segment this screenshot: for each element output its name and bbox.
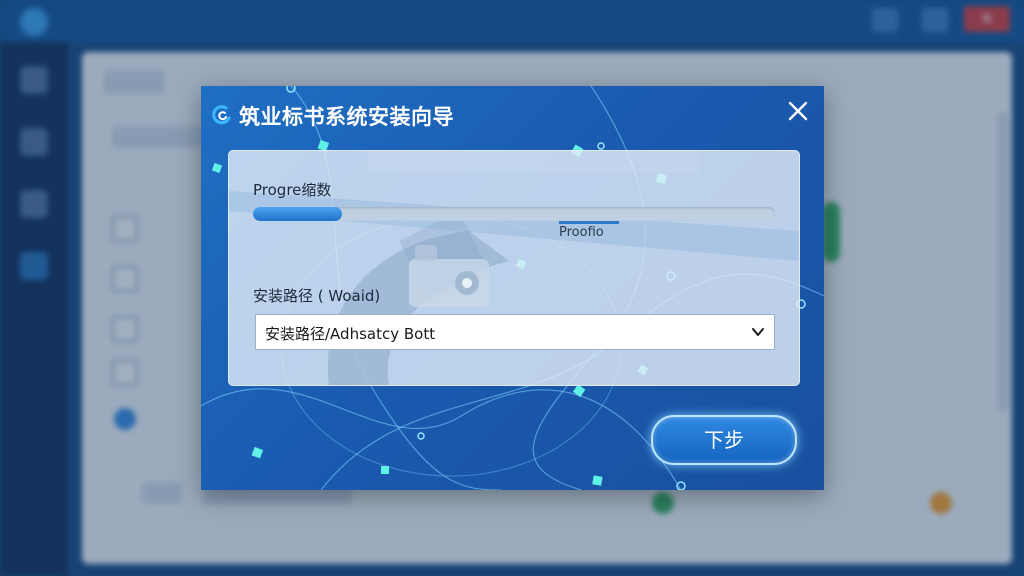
progress-indicator <box>559 221 619 224</box>
install-path-dropdown[interactable]: 安装路径/Adhsatcy Bott <box>255 314 775 350</box>
install-path-label: 安装路径 ( Woaid) <box>253 287 381 305</box>
next-button[interactable]: 下步 <box>651 415 797 465</box>
progress-bar <box>253 207 775 221</box>
dialog-title: 筑业标书系统安装向导 <box>239 105 454 129</box>
close-icon[interactable] <box>785 98 811 124</box>
progress-bar-fill <box>253 207 342 221</box>
installer-dialog: 筑业标书系统安装向导 Progre缩数 Proofio 安装路径 ( Woaid… <box>201 86 824 490</box>
progress-label: Progre缩数 <box>253 181 332 199</box>
chevron-down-icon[interactable] <box>750 324 766 340</box>
settings-panel: Progre缩数 Proofio 安装路径 ( Woaid) 安装路径/Adhs… <box>228 150 800 386</box>
progress-status-text: Proofio <box>559 225 604 240</box>
spinner-logo-icon <box>212 105 231 125</box>
install-path-value: 安装路径/Adhsatcy Bott <box>265 325 436 343</box>
